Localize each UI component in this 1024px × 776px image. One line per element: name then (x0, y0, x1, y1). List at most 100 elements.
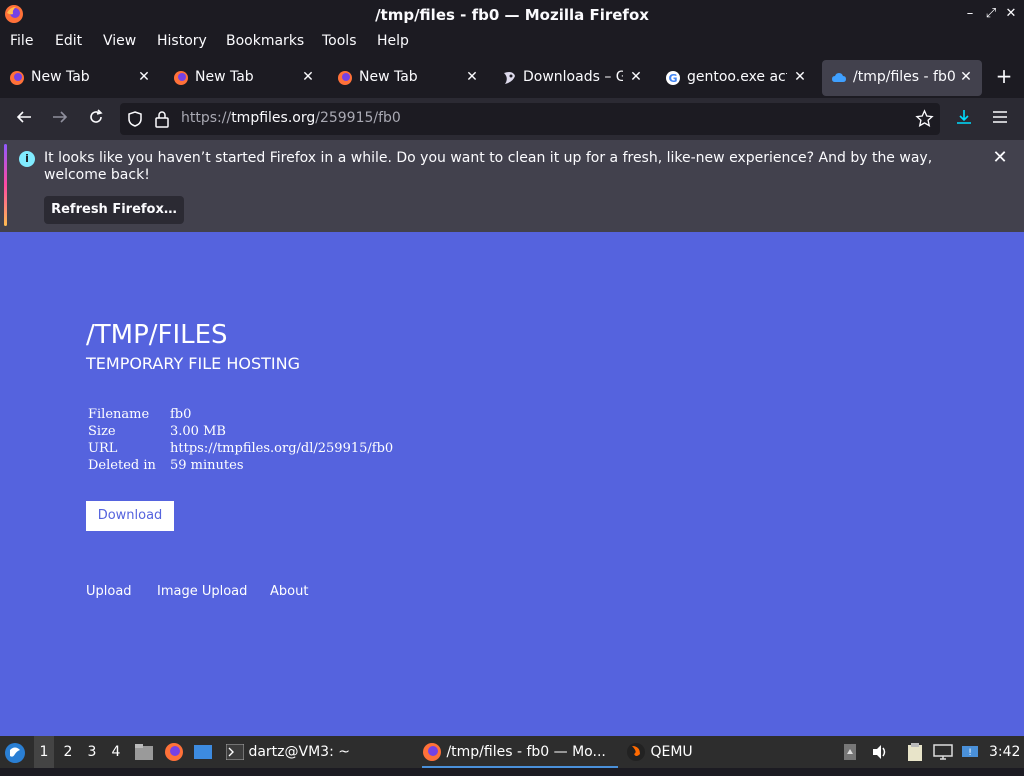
firefox-icon (338, 71, 352, 85)
tab-label: gentoo.exe acti (687, 69, 787, 85)
menu-bookmarks[interactable]: Bookmarks (226, 33, 304, 49)
maximize-button[interactable]: ⤢ (984, 6, 998, 22)
menu-help[interactable]: Help (377, 33, 409, 49)
forward-button[interactable] (49, 108, 71, 130)
clipboard-tray-button[interactable] (906, 736, 926, 768)
url-bar[interactable]: https://tmpfiles.org/259915/fb0 (120, 103, 940, 135)
tab-close-icon[interactable]: ✕ (958, 68, 974, 86)
info-icon: i (19, 151, 35, 167)
menu-view[interactable]: View (103, 33, 136, 49)
notification-message: It looks like you haven’t started Firefo… (44, 150, 933, 183)
table-row: URL https://tmpfiles.org/dl/259915/fb0 (88, 441, 393, 458)
start-menu-button[interactable] (4, 736, 28, 768)
refresh-firefox-button[interactable]: Refresh Firefox… (44, 196, 184, 224)
distro-logo-icon (5, 743, 25, 763)
menu-history[interactable]: History (157, 33, 207, 49)
notification-close-button[interactable]: ✕ (990, 148, 1010, 168)
taskbar: 1 2 3 4 dartz@VM3: ~ /tmp/files - fb0 — … (0, 736, 1024, 768)
url-text[interactable]: https://tmpfiles.org/259915/fb0 (181, 110, 401, 126)
lock-icon[interactable] (154, 110, 170, 128)
image-upload-link[interactable]: Image Upload (157, 584, 247, 599)
tab-close-icon[interactable]: ✕ (792, 68, 808, 86)
file-info-value: fb0 (170, 407, 192, 422)
file-info-key: URL (88, 441, 118, 456)
back-arrow-icon (16, 111, 31, 123)
tab-bar: New Tab ✕ New Tab ✕ New Tab ✕ Downloads … (0, 58, 1024, 98)
gentoo-icon (504, 72, 515, 84)
cloud-icon (832, 73, 846, 82)
download-button[interactable]: Download (86, 501, 174, 531)
minimize-button[interactable]: – (963, 6, 977, 22)
tab-label: /tmp/files - fb0 (853, 69, 956, 85)
taskbar-task-label: dartz@VM3: ~ (248, 744, 350, 760)
tab-new-tab-3[interactable]: New Tab ✕ (328, 60, 488, 96)
firefox-icon (174, 71, 188, 85)
taskbar-firefox-task[interactable]: /tmp/files - fb0 — Mo... (422, 736, 618, 768)
taskbar-task-label: /tmp/files - fb0 — Mo... (446, 744, 606, 760)
tab-tmpfiles-active[interactable]: /tmp/files - fb0 ✕ (822, 60, 982, 96)
about-link[interactable]: About (270, 584, 308, 599)
page-content: /TMP/FILES TEMPORARY FILE HOSTING Filena… (0, 232, 1024, 736)
clock: 3:42 (989, 744, 1021, 760)
forward-arrow-icon (53, 111, 68, 123)
url-host: tmpfiles.org (231, 110, 316, 126)
close-window-button[interactable]: ✕ (1004, 6, 1018, 22)
app-launcher[interactable] (193, 736, 213, 768)
reload-icon (90, 109, 103, 123)
file-info-value: 59 minutes (170, 458, 244, 473)
svg-text:G: G (668, 72, 677, 85)
menu-edit[interactable]: Edit (55, 33, 82, 49)
clipboard-icon (908, 743, 922, 761)
workspace-3[interactable]: 3 (82, 736, 102, 768)
tab-google-search[interactable]: G gentoo.exe acti ✕ (656, 60, 816, 96)
navigation-bar: https://tmpfiles.org/259915/fb0 (0, 98, 1024, 140)
taskbar-terminal-task[interactable]: dartz@VM3: ~ (226, 736, 416, 768)
menu-bar: File Edit View History Bookmarks Tools H… (0, 29, 1024, 54)
table-row: Filename fb0 (88, 407, 393, 424)
tab-new-tab-1[interactable]: New Tab ✕ (0, 60, 160, 96)
tab-close-icon[interactable]: ✕ (464, 68, 480, 86)
tab-close-icon[interactable]: ✕ (136, 68, 152, 86)
menu-tools[interactable]: Tools (322, 33, 357, 49)
file-info-key: Filename (88, 407, 150, 422)
firefox-launcher[interactable] (164, 736, 184, 768)
tray-arrow-icon (844, 744, 856, 760)
terminal-icon (226, 744, 244, 760)
window-titlebar: /tmp/files - fb0 — Mozilla Firefox – ⤢ ✕ (0, 0, 1024, 29)
tab-label: Downloads – Ge (523, 69, 623, 85)
file-manager-launcher[interactable] (134, 736, 154, 768)
app-menu-button[interactable] (989, 108, 1011, 130)
tab-close-icon[interactable]: ✕ (628, 68, 644, 86)
workspace-1[interactable]: 1 (34, 736, 54, 768)
volume-button[interactable] (871, 736, 891, 768)
tab-downloads[interactable]: Downloads – Ge ✕ (492, 60, 652, 96)
folder-icon (135, 744, 153, 760)
url-prefix: https:// (181, 110, 232, 126)
bookmark-star-icon[interactable] (915, 109, 934, 128)
shield-icon[interactable] (126, 110, 144, 128)
tab-close-icon[interactable]: ✕ (300, 68, 316, 86)
network-tray-button[interactable] (933, 736, 955, 768)
menu-file[interactable]: File (10, 33, 33, 49)
new-tab-button[interactable]: + (993, 66, 1015, 88)
taskbar-qemu-task[interactable]: QEMU (626, 736, 726, 768)
firefox-icon (165, 743, 183, 761)
back-button[interactable] (13, 108, 35, 130)
tray-scroll-button[interactable] (844, 736, 858, 768)
site-subtitle: TEMPORARY FILE HOSTING (86, 354, 300, 373)
workspace-4[interactable]: 4 (106, 736, 126, 768)
upload-link[interactable]: Upload (86, 584, 132, 599)
taskbar-task-label: QEMU (650, 744, 693, 760)
downloads-button[interactable] (953, 108, 975, 130)
network-icon (933, 744, 953, 760)
update-tray-button[interactable]: ! (961, 736, 981, 768)
tab-new-tab-2[interactable]: New Tab ✕ (164, 60, 324, 96)
file-info-value: 3.00 MB (170, 424, 226, 439)
workspace-2[interactable]: 2 (58, 736, 78, 768)
reload-button[interactable] (85, 108, 107, 130)
file-info-key: Deleted in (88, 458, 156, 473)
svg-text:!: ! (968, 748, 972, 758)
google-icon: G (666, 71, 680, 85)
file-info-table: Filename fb0 Size 3.00 MB URL https://tm… (88, 407, 393, 475)
table-row: Deleted in 59 minutes (88, 458, 393, 475)
